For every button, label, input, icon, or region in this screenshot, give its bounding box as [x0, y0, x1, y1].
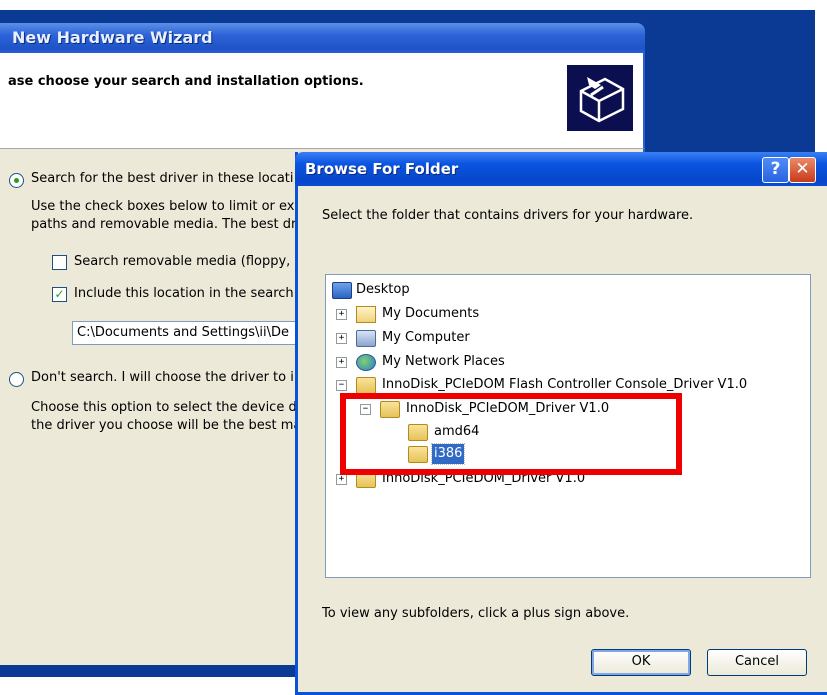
dialog-title: Browse For Folder	[305, 160, 459, 178]
search-option-label[interactable]: Search for the best driver in these loca…	[31, 171, 294, 186]
close-button[interactable]: ✕	[789, 157, 816, 183]
removable-media-label[interactable]: Search removable media (floppy,	[74, 254, 290, 269]
collapse-minus-icon[interactable]: −	[336, 380, 347, 391]
expand-plus-icon[interactable]: +	[336, 357, 347, 368]
wizard-titlebar[interactable]: New Hardware Wizard	[0, 23, 645, 53]
dialog-instruction: Select the folder that contains drivers …	[322, 208, 694, 223]
expand-plus-icon[interactable]: +	[336, 333, 347, 344]
search-option-radio[interactable]	[9, 173, 24, 188]
computer-icon	[356, 330, 376, 347]
removable-media-checkbox[interactable]	[52, 255, 67, 270]
tree-item-label: InnoDisk_PCIeDOM Flash Controller Consol…	[382, 377, 748, 392]
wizard-heading: ase choose your search and installation …	[8, 74, 364, 89]
tree-item-my-documents[interactable]: + My Documents	[336, 304, 536, 324]
top-margin	[0, 0, 827, 10]
search-description-line-2: paths and removable media. The best dr	[31, 217, 297, 232]
tree-item-label: My Documents	[382, 306, 480, 321]
folder-icon	[356, 377, 376, 394]
wizard-header: ase choose your search and installation …	[0, 53, 645, 149]
search-description-line-1: Use the check boxes below to limit or ex	[31, 199, 295, 214]
include-location-label[interactable]: Include this location in the search	[74, 286, 294, 301]
expand-plus-icon[interactable]: +	[336, 474, 347, 485]
help-button[interactable]: ?	[762, 157, 789, 183]
wizard-title: New Hardware Wizard	[12, 28, 213, 47]
dont-search-radio[interactable]	[9, 372, 24, 387]
dialog-titlebar[interactable]: Browse For Folder ? ✕	[295, 152, 827, 186]
tree-item-my-network-places[interactable]: + My Network Places	[336, 352, 556, 372]
highlight-annotation-box	[340, 393, 682, 475]
expand-plus-icon[interactable]: +	[336, 309, 347, 320]
cancel-button[interactable]: Cancel	[707, 649, 807, 676]
documents-folder-icon	[356, 306, 376, 323]
include-location-checkbox[interactable]: ✓	[52, 287, 67, 302]
desktop-icon	[332, 282, 352, 299]
location-path-field[interactable]: C:\Documents and Settings\ii\De	[72, 321, 318, 345]
dont-search-description-line-1: Choose this option to select the device …	[31, 400, 297, 415]
tree-item-flash-controller-driver[interactable]: − InnoDisk_PCIeDOM Flash Controller Cons…	[336, 375, 806, 395]
dont-search-description-line-2: the driver you choose will be the best m…	[31, 418, 302, 433]
tree-item-label: My Network Places	[382, 354, 505, 369]
tree-item-my-computer[interactable]: + My Computer	[336, 328, 536, 348]
dont-search-label[interactable]: Don't search. I will choose the driver t…	[31, 370, 294, 385]
ok-button[interactable]: OK	[591, 649, 691, 676]
network-places-icon	[356, 354, 376, 371]
tree-item-label: My Computer	[382, 330, 470, 345]
tree-item-label: Desktop	[356, 282, 410, 297]
hardware-install-icon	[567, 65, 633, 131]
subfolder-hint: To view any subfolders, click a plus sig…	[322, 606, 630, 621]
